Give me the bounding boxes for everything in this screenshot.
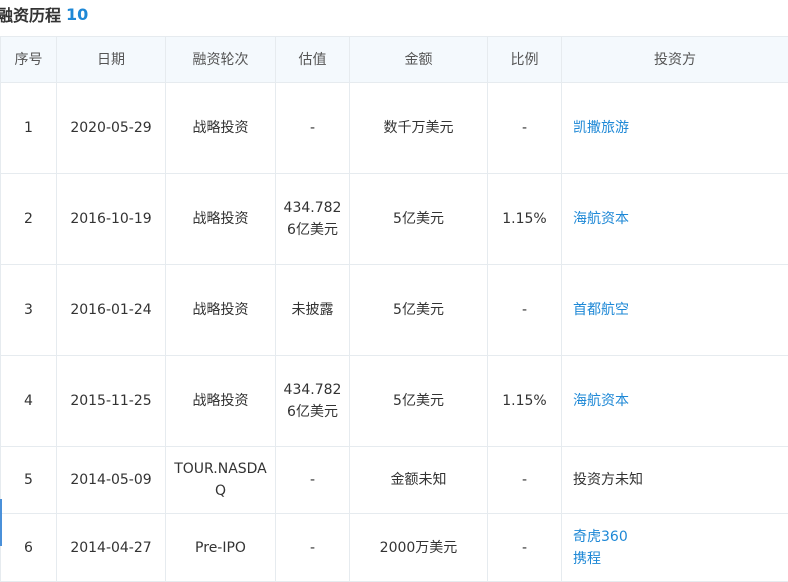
cell-amount: 2000万美元 [349,513,488,582]
cell-date: 2020-05-29 [56,82,166,174]
table-row: 5 2014-05-09 TOUR.NASDAQ - 金额未知 - 投资方未知 [0,446,788,514]
cell-no: 4 [0,355,57,447]
financing-history-page: 融资历程 10 序号 日期 融资轮次 估值 金额 比例 投资方 1 2020-05… [0,0,788,582]
cell-valuation: - [275,513,350,582]
investor-link[interactable]: 凯撒旅游 [573,117,782,139]
table-row: 3 2016-01-24 战略投资 未披露 5亿美元 - 首都航空 [0,264,788,356]
cell-ratio: - [487,82,562,174]
cell-ratio: - [487,513,562,582]
financing-table: 序号 日期 融资轮次 估值 金额 比例 投资方 1 2020-05-29 战略投资 -… [0,36,788,582]
cell-round: TOUR.NASDAQ [165,446,276,514]
cell-no: 5 [0,446,57,514]
header-valuation: 估值 [275,36,350,83]
header-amount: 金额 [349,36,488,83]
cell-valuation: 434.7826亿美元 [275,355,350,447]
cell-no: 3 [0,264,57,356]
cell-ratio: - [487,446,562,514]
cell-round: 战略投资 [165,355,276,447]
header-date: 日期 [56,36,166,83]
section-title: 融资历程 [0,6,62,25]
cell-date: 2014-05-09 [56,446,166,514]
cell-ratio: 1.15% [487,355,562,447]
cell-amount: 5亿美元 [349,173,488,265]
investor-link[interactable]: 奇虎360 [573,526,782,548]
cell-date: 2016-10-19 [56,173,166,265]
cell-investors: 首都航空 [561,264,788,356]
cell-valuation: 434.7826亿美元 [275,173,350,265]
cell-no: 2 [0,173,57,265]
header-round: 融资轮次 [165,36,276,83]
cell-investors: 奇虎360 携程 [561,513,788,582]
cell-investors: 凯撒旅游 [561,82,788,174]
cell-round: 战略投资 [165,82,276,174]
cell-ratio: - [487,264,562,356]
header-no: 序号 [0,36,57,83]
table-body: 1 2020-05-29 战略投资 - 数千万美元 - 凯撒旅游 2 2016-10-19 战略投… [0,82,788,582]
cell-no: 1 [0,82,57,174]
cell-investors: 投资方未知 [561,446,788,514]
cell-valuation: - [275,446,350,514]
cell-round: 战略投资 [165,264,276,356]
cell-amount: 数千万美元 [349,82,488,174]
cell-no: 6 [0,513,57,582]
cell-valuation: - [275,82,350,174]
investor-link[interactable]: 首都航空 [573,299,782,321]
cell-valuation: 未披露 [275,264,350,356]
cell-round: Pre-IPO [165,513,276,582]
header-ratio: 比例 [487,36,562,83]
cell-ratio: 1.15% [487,173,562,265]
cell-date: 2015-11-25 [56,355,166,447]
cell-investors: 海航资本 [561,355,788,447]
section-count: 10 [66,4,89,24]
section-header: 融资历程 10 [0,0,88,28]
scroll-edge-marker [0,499,2,546]
cell-amount: 5亿美元 [349,264,488,356]
cell-date: 2014-04-27 [56,513,166,582]
investor-link[interactable]: 海航资本 [573,208,782,230]
cell-amount: 5亿美元 [349,355,488,447]
investor-link[interactable]: 携程 [573,548,782,570]
table-row: 6 2014-04-27 Pre-IPO -2000万美元 - 奇虎360 携程 [0,513,788,582]
cell-date: 2016-01-24 [56,264,166,356]
table-row: 1 2020-05-29 战略投资 - 数千万美元 - 凯撒旅游 [0,82,788,174]
header-investors: 投资方 [561,36,788,83]
table-row: 2 2016-10-19 战略投资 434.7826亿美元 5亿美元 1.15% 海航资本 [0,173,788,265]
table-row: 4 2015-11-25 战略投资 434.7826亿美元 5亿美元 1.15% 海航资本 [0,355,788,447]
investor-link[interactable]: 海航资本 [573,390,782,412]
cell-amount: 金额未知 [349,446,488,514]
table-header-row: 序号 日期 融资轮次 估值 金额 比例 投资方 [0,36,788,83]
investor-text: 投资方未知 [573,472,643,488]
cell-investors: 海航资本 [561,173,788,265]
cell-round: 战略投资 [165,173,276,265]
